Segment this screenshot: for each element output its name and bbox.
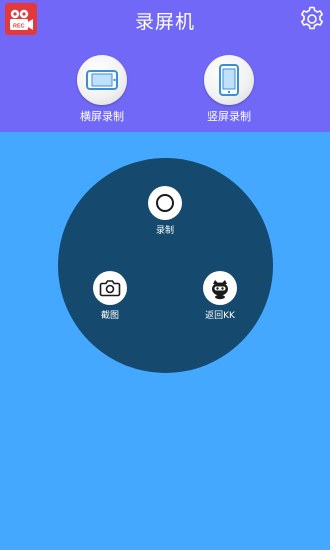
landscape-record-circle bbox=[77, 55, 127, 105]
back-to-kk-label: 返回KK bbox=[205, 311, 235, 321]
control-disc: 录制 截图 返回KK bbox=[58, 158, 273, 373]
camera-icon bbox=[99, 280, 121, 297]
gear-icon bbox=[301, 6, 323, 30]
portrait-record-circle bbox=[204, 55, 254, 105]
portrait-record-label: 竖屏录制 bbox=[207, 110, 251, 123]
screenshot-label: 截图 bbox=[100, 311, 119, 321]
portrait-record-button[interactable]: 竖屏录制 bbox=[184, 55, 274, 125]
record-icon-circle bbox=[148, 186, 182, 220]
screenshot-icon-circle bbox=[93, 271, 127, 305]
phone-landscape-icon bbox=[86, 70, 118, 90]
kk-mascot-icon bbox=[212, 280, 228, 300]
landscape-record-label: 横屏录制 bbox=[80, 110, 124, 123]
record-circle-icon bbox=[156, 194, 174, 212]
header-bar: REC 录屏机 横屏录制 竖屏录制 bbox=[0, 0, 330, 132]
back-to-kk-button[interactable]: 返回KK bbox=[185, 271, 255, 331]
settings-button[interactable] bbox=[298, 5, 326, 33]
record-label: 录制 bbox=[155, 226, 174, 236]
back-icon-circle bbox=[203, 271, 237, 305]
landscape-record-button[interactable]: 横屏录制 bbox=[57, 55, 147, 125]
screenshot-button[interactable]: 截图 bbox=[75, 271, 145, 331]
record-button[interactable]: 录制 bbox=[130, 186, 200, 246]
app-title: 录屏机 bbox=[134, 11, 195, 33]
phone-portrait-icon bbox=[219, 64, 239, 96]
